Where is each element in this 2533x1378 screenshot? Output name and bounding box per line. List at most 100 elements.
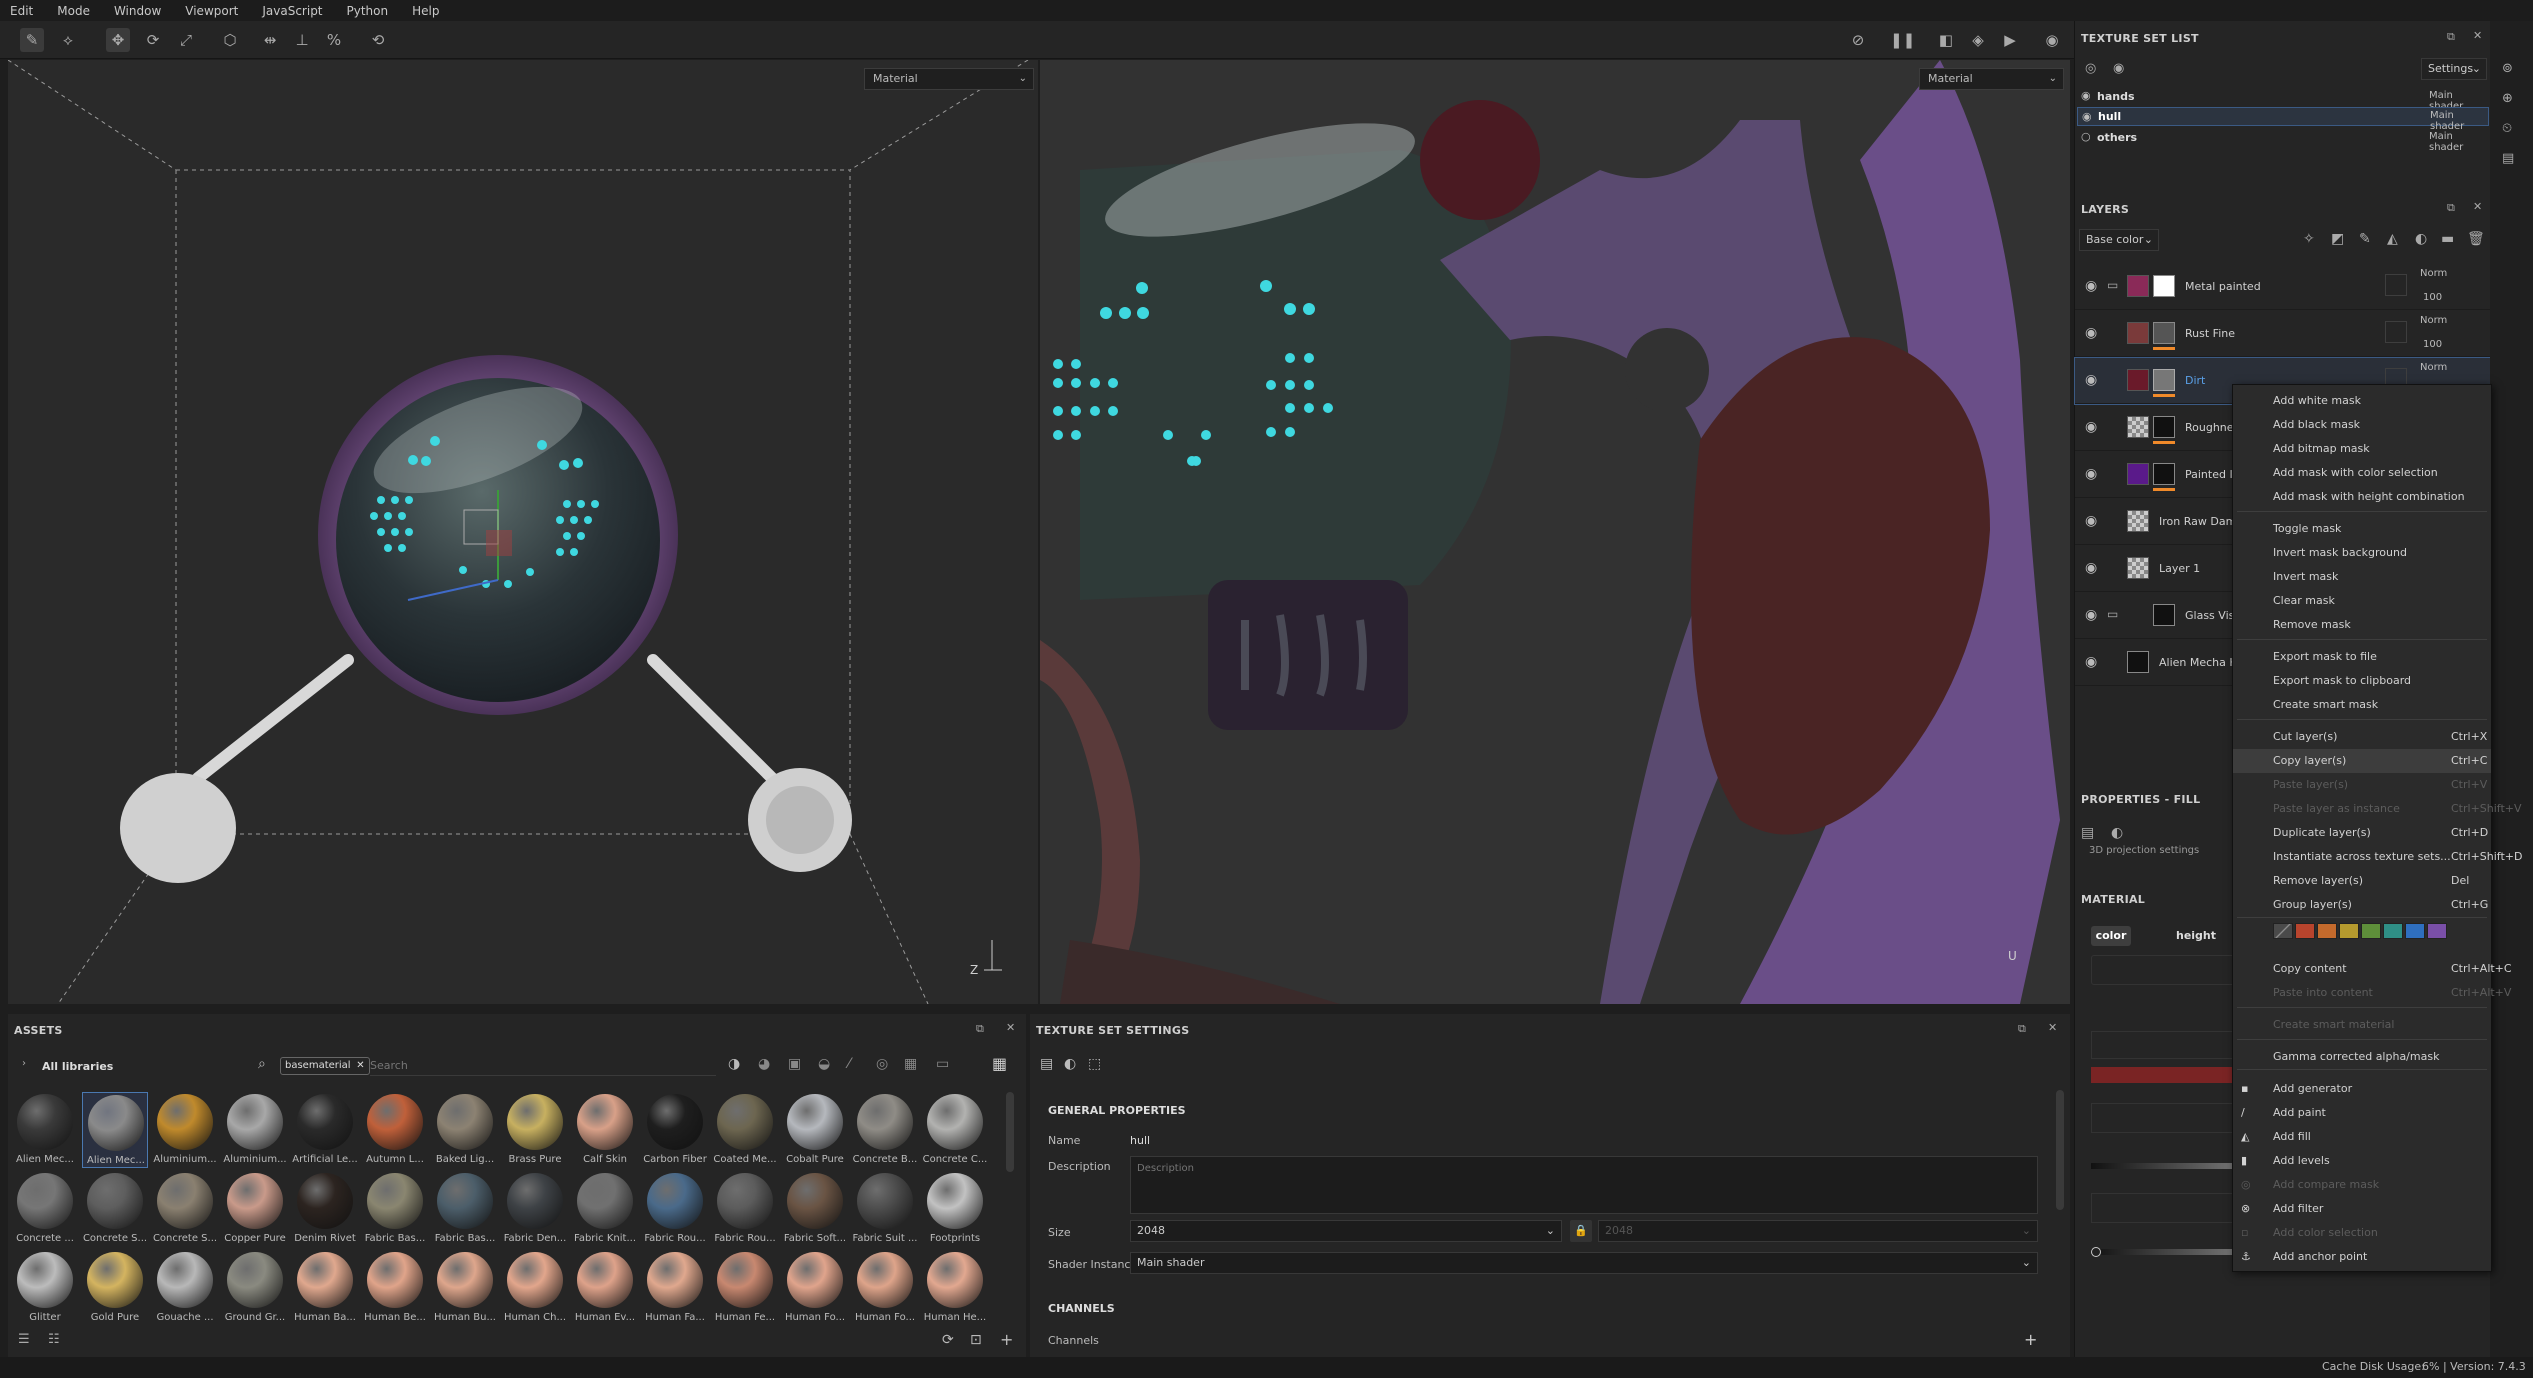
context-menu-item[interactable]: Gamma corrected alpha/mask [2233, 1045, 2491, 1069]
asset-search-input[interactable] [370, 1056, 716, 1076]
color-tag-swatch[interactable] [2361, 923, 2381, 939]
float-panel-icon[interactable]: ⧉ [2018, 1022, 2026, 1036]
settings-scrollbar[interactable] [2056, 1090, 2064, 1210]
symmetry-icon[interactable]: ⇹ [258, 28, 282, 52]
color-channel-button[interactable]: color [2091, 926, 2131, 946]
close-icon[interactable]: ✕ [1006, 1021, 1015, 1034]
percent-icon[interactable]: % [322, 28, 346, 52]
asset-item[interactable]: Human Ba... [292, 1250, 358, 1326]
eye-icon[interactable]: ◉ [2085, 654, 2097, 670]
menu-edit[interactable]: Edit [10, 4, 33, 18]
layer-row[interactable]: ◉ ▭ Metal painted Norm 100 [2075, 264, 2495, 310]
context-menu-item[interactable]: ▪ Add generator [2233, 1077, 2491, 1101]
delete-layer-icon[interactable]: 🗑 [2467, 231, 2485, 247]
eye-icon[interactable]: ◉ [2081, 89, 2091, 102]
asset-item[interactable]: Baked Lig... [432, 1092, 498, 1168]
asset-item[interactable]: Alien Mec... [12, 1092, 78, 1168]
color-tag-swatch[interactable] [2295, 923, 2315, 939]
view-grid-icon[interactable]: ▦ [992, 1054, 1007, 1073]
asset-item[interactable]: Fabric Suit ... [852, 1171, 918, 1247]
material-slot[interactable] [2091, 1031, 2241, 1059]
import-icon[interactable]: ⊡ [970, 1332, 982, 1348]
mask-thumbnail[interactable] [2153, 275, 2175, 297]
properties-tab-icon[interactable]: ▤ [2081, 825, 2094, 841]
texture-set-row[interactable]: ○ others Main shader [2075, 128, 2490, 153]
asset-item[interactable]: Fabric Bas... [432, 1171, 498, 1247]
mask-thumbnail[interactable] [2153, 416, 2175, 438]
asset-item[interactable]: Human Be... [362, 1250, 428, 1326]
context-menu-item[interactable]: Remove mask [2233, 613, 2491, 637]
chevron-right-icon[interactable]: › [22, 1058, 26, 1069]
color-tag-swatch[interactable] [2427, 923, 2447, 939]
eye-icon[interactable]: ◉ [2113, 61, 2124, 76]
texture-set-row[interactable]: ◉ hands Main shader [2075, 87, 2490, 112]
split-view-icon[interactable]: ◧ [1934, 28, 1958, 52]
eye-icon[interactable]: ◉ [2085, 278, 2097, 294]
add-folder-icon[interactable]: ▬ [2441, 231, 2454, 247]
context-menu-item[interactable]: Add white mask [2233, 389, 2491, 413]
clone-tool-icon[interactable]: ⟡ [56, 28, 80, 52]
scale-tool-icon[interactable]: ⤢ [174, 28, 198, 52]
visibility-icon[interactable]: ◎ [2085, 61, 2096, 76]
context-menu-item[interactable]: ⚓ Add anchor point [2233, 1245, 2491, 1269]
eye-icon[interactable]: ◉ [2085, 325, 2097, 341]
layer-blend-mode[interactable]: Norm [2420, 268, 2447, 279]
context-menu-item[interactable]: Export mask to clipboard [2233, 669, 2491, 693]
asset-item[interactable]: Fabric Bas... [362, 1171, 428, 1247]
asset-item[interactable]: Denim Rivet [292, 1171, 358, 1247]
menu-javascript[interactable]: JavaScript [262, 4, 322, 18]
filter-particles-icon[interactable]: ◎ [876, 1056, 888, 1072]
float-panel-icon[interactable]: ⧉ [2447, 201, 2455, 215]
asset-item[interactable]: Coated Me... [712, 1092, 778, 1168]
context-menu-item[interactable]: ◭ Add fill [2233, 1125, 2491, 1149]
base-color-swatch[interactable] [2091, 1067, 2241, 1083]
camera-off-icon[interactable]: ⊘ [1846, 28, 1870, 52]
context-menu-item[interactable]: Clear mask [2233, 589, 2491, 613]
material-slot[interactable] [2091, 1193, 2241, 1223]
float-panel-icon[interactable]: ⧉ [2447, 30, 2455, 44]
asset-item[interactable]: Aluminium... [222, 1092, 288, 1168]
add-effect-icon[interactable]: ✧ [2303, 231, 2315, 247]
layer-blend-mode[interactable]: Norm [2420, 315, 2447, 326]
asset-item[interactable]: Human Ev... [572, 1250, 638, 1326]
close-icon[interactable]: ✕ [2048, 1021, 2057, 1034]
context-menu-item[interactable]: Invert mask [2233, 565, 2491, 589]
asset-item[interactable]: Artificial Le... [292, 1092, 358, 1168]
log-icon[interactable]: ▤ [2502, 151, 2514, 166]
eye-icon[interactable]: ◉ [2085, 372, 2097, 388]
filter-materials-icon[interactable]: ◑ [728, 1056, 740, 1072]
asset-item[interactable]: Aluminium... [152, 1092, 218, 1168]
cube-view-icon[interactable]: ◈ [1966, 28, 1990, 52]
context-menu-item[interactable]: Add mask with color selection [2233, 461, 2491, 485]
asset-item[interactable]: Cobalt Pure [782, 1092, 848, 1168]
material-slot[interactable] [2091, 1103, 2241, 1133]
display-settings-icon[interactable]: ⊚ [2502, 61, 2513, 76]
asset-item[interactable]: Human Fe... [712, 1250, 778, 1326]
float-panel-icon[interactable]: ⧉ [976, 1022, 984, 1036]
projection-settings-label[interactable]: 3D projection settings [2089, 845, 2199, 856]
material-tab-icon[interactable]: ◐ [1064, 1056, 1076, 1072]
asset-item[interactable]: Gold Pure [82, 1250, 148, 1326]
screenshot-icon[interactable]: ◉ [2040, 28, 2064, 52]
add-icon[interactable]: + [1000, 1330, 1013, 1349]
context-menu-item[interactable]: Add bitmap mask [2233, 437, 2491, 461]
mask-thumbnail[interactable] [2127, 651, 2149, 673]
asset-item[interactable]: Fabric Rou... [642, 1171, 708, 1247]
context-menu-item[interactable]: Copy layer(s) Ctrl+C [2233, 749, 2491, 773]
eye-icon[interactable]: ◉ [2085, 607, 2097, 623]
lock-icon[interactable]: 🔒 [1570, 1220, 1592, 1242]
mask-thumbnail[interactable] [2153, 463, 2175, 485]
filter-textures-icon[interactable]: ▣ [788, 1056, 801, 1072]
size-select[interactable]: 2048 ⌄ [1130, 1220, 1562, 1242]
context-menu-item[interactable]: Cut layer(s) Ctrl+X [2233, 725, 2491, 749]
filter-grid-icon[interactable]: ▦ [904, 1056, 917, 1072]
context-menu-item[interactable]: / Add paint [2233, 1101, 2491, 1125]
filter-tag[interactable]: basematerial ✕ [280, 1057, 370, 1075]
library-selector[interactable]: All libraries [42, 1060, 113, 1073]
asset-item[interactable]: Human Ch... [502, 1250, 568, 1326]
asset-item[interactable]: Calf Skin [572, 1092, 638, 1168]
context-menu-item[interactable]: Create smart mask [2233, 693, 2491, 717]
layer-channel-select[interactable]: Base color ⌄ [2079, 229, 2159, 251]
asset-item[interactable]: Autumn L... [362, 1092, 428, 1168]
eye-icon[interactable]: ◉ [2085, 513, 2097, 529]
